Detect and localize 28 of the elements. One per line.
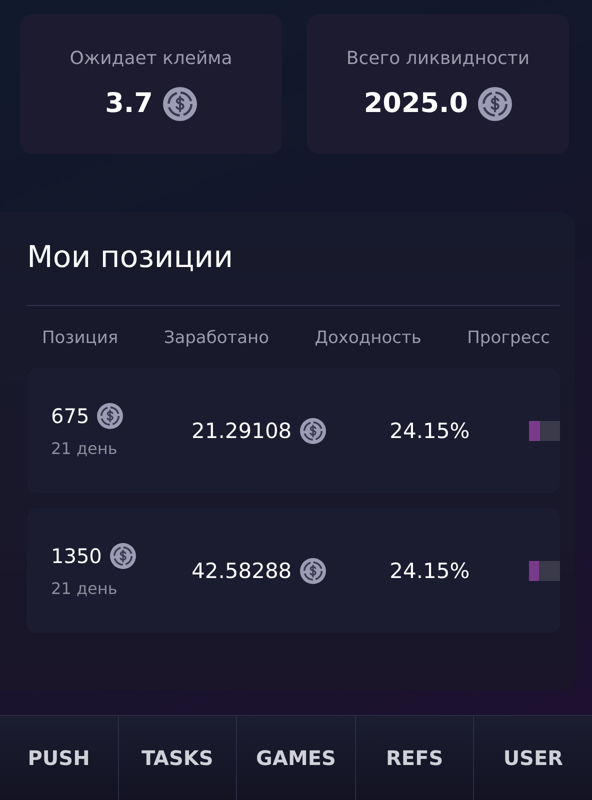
position-term: 21 день — [51, 579, 118, 598]
yield-value: 24.15% — [388, 558, 471, 582]
column-header: Доходность — [314, 328, 422, 348]
stat-value: 3.7 — [105, 88, 153, 119]
nav-tab[interactable]: USER — [473, 716, 592, 800]
coin-icon — [162, 86, 197, 120]
nav-tab[interactable]: REFS — [354, 716, 474, 800]
coin-icon — [300, 418, 326, 444]
earned-value: 42.58288 — [191, 558, 292, 582]
nav-tab[interactable]: PUSH — [0, 716, 118, 800]
section-title: Мои позиции — [27, 240, 234, 275]
earned-value: 21.29108 — [191, 418, 292, 442]
nav-tab[interactable]: GAMES — [236, 716, 355, 800]
coin-icon — [110, 543, 136, 569]
position-amount: 675 — [51, 404, 90, 428]
position-amount: 1350 — [51, 544, 102, 568]
stat-value: 2025.0 — [364, 88, 468, 119]
nav-tab[interactable]: TASKS — [118, 716, 236, 800]
column-header: Прогресс — [467, 328, 550, 348]
coin-icon — [300, 558, 326, 584]
yield-value: 24.15% — [388, 418, 471, 442]
coin-icon — [478, 86, 512, 120]
column-header: Заработано — [164, 328, 270, 348]
position-term: 21 день — [51, 439, 118, 458]
column-header: Позиция — [42, 328, 118, 348]
coin-icon — [97, 403, 124, 429]
stat-label: Ожидает клейма — [70, 48, 232, 68]
stat-label: Всего ликвидности — [346, 48, 530, 68]
